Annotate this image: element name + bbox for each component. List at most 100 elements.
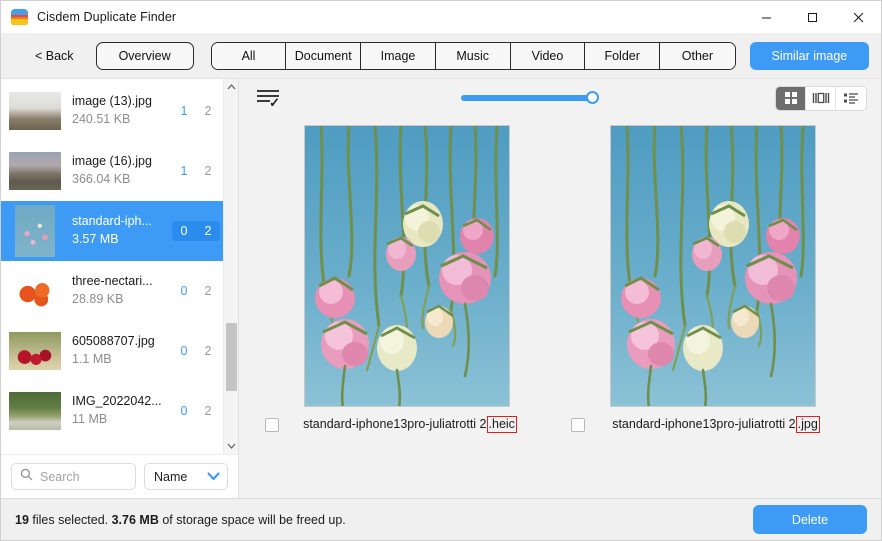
zoom-slider[interactable] xyxy=(461,91,599,104)
file-extension-highlight: .heic xyxy=(486,416,517,433)
sort-dropdown[interactable]: Name xyxy=(144,463,228,490)
tab-image[interactable]: Image xyxy=(361,42,436,69)
duplicate-card: standard-iphone13pro-juliatrotti 2 .heic xyxy=(259,125,555,433)
selected-count: 1 xyxy=(180,164,188,178)
file-size: 28.89 KB xyxy=(72,292,124,306)
file-size: 1.1 MB xyxy=(72,352,112,366)
hanging-roses-photo xyxy=(611,126,815,406)
file-counts: 1 2 xyxy=(172,164,220,178)
delete-button[interactable]: Delete xyxy=(753,505,867,534)
file-counts: 0 2 xyxy=(172,404,220,418)
file-extension-highlight: .jpg xyxy=(795,416,820,433)
total-count: 2 xyxy=(204,344,212,358)
zoom-slider-knob[interactable] xyxy=(586,91,599,104)
hanging-roses-photo xyxy=(305,126,509,406)
file-counts: 0 2 xyxy=(172,221,220,241)
file-basename: standard-iphone13pro-juliatrotti 2 xyxy=(303,417,487,431)
minimize-button[interactable] xyxy=(743,1,789,33)
list-item[interactable]: image (13).jpg 240.51 KB 1 2 xyxy=(1,81,238,141)
preview-image[interactable] xyxy=(610,125,816,407)
category-tabs: All Document Image Music Video Folder Ot… xyxy=(210,41,736,70)
check-glyph: ✓ xyxy=(269,95,280,110)
tab-all[interactable]: All xyxy=(211,42,287,69)
selected-count: 0 xyxy=(180,284,188,298)
selected-count: 0 xyxy=(180,344,188,358)
title-bar: Cisdem Duplicate Finder xyxy=(1,1,881,33)
file-meta: image (16).jpg 366.04 KB xyxy=(72,153,172,189)
chevron-up-icon[interactable] xyxy=(224,79,239,95)
list-item[interactable]: image (16).jpg 366.04 KB 1 2 xyxy=(1,141,238,201)
file-name: IMG_2022042... xyxy=(72,394,162,408)
file-basename: standard-iphone13pro-juliatrotti 2 xyxy=(612,417,796,431)
file-size: 366.04 KB xyxy=(72,172,131,186)
selected-files-label: files selected. xyxy=(32,512,109,527)
sidebar-scrollbar[interactable] xyxy=(223,79,238,454)
close-button[interactable] xyxy=(835,1,881,33)
cisdem-logo-icon xyxy=(11,8,28,26)
compare-view-button[interactable] xyxy=(806,86,836,110)
file-counts: 1 2 xyxy=(172,104,220,118)
view-mode-group xyxy=(775,85,867,111)
sort-value: Name xyxy=(154,469,188,484)
tab-document[interactable]: Document xyxy=(286,42,362,69)
total-count: 2 xyxy=(204,284,212,298)
file-thumbnail xyxy=(9,152,61,190)
list-item[interactable]: 605088707.jpg 1.1 MB 0 2 xyxy=(1,321,238,381)
search-placeholder: Search xyxy=(40,469,80,484)
similar-image-button[interactable]: Similar image xyxy=(749,41,869,70)
file-thumbnail xyxy=(9,92,61,130)
status-bar: 19 files selected. 3.76 MB of storage sp… xyxy=(1,498,881,540)
grid-view-button[interactable] xyxy=(776,86,806,110)
tab-other[interactable]: Other xyxy=(660,42,735,69)
zoom-slider-container xyxy=(279,91,775,104)
search-icon xyxy=(20,468,33,486)
file-size: 240.51 KB xyxy=(72,112,131,126)
back-button[interactable]: < Back xyxy=(25,45,84,67)
file-meta: IMG_2022042... 11 MB xyxy=(72,393,172,429)
duplicate-grid: standard-iphone13pro-juliatrotti 2.heic xyxy=(239,117,881,498)
file-size: 3.57 MB xyxy=(72,232,119,246)
selected-count: 0 xyxy=(180,224,188,238)
maximize-button[interactable] xyxy=(789,1,835,33)
file-meta: standard-iph... 3.57 MB xyxy=(72,213,172,249)
tab-video[interactable]: Video xyxy=(510,42,586,69)
item-checkbox[interactable] xyxy=(571,417,585,432)
preview-panel: ✓ standard-iphone13pro-juliatrotti 2 .he… xyxy=(239,79,881,498)
sidebar-footer: Search Name xyxy=(1,454,238,498)
list-item-selected[interactable]: standard-iph... 3.57 MB 0 2 xyxy=(1,201,238,261)
file-meta: image (13).jpg 240.51 KB xyxy=(72,93,172,129)
list-item[interactable]: three-nectari... 28.89 KB 0 2 xyxy=(1,261,238,321)
scrollbar-track[interactable] xyxy=(224,95,238,438)
overview-button[interactable]: Overview xyxy=(95,41,194,70)
list-item[interactable]: IMG_2022042... 11 MB 0 2 xyxy=(1,381,238,441)
file-thumbnail xyxy=(9,272,61,310)
caption-row: standard-iphone13pro-juliatrotti 2 .jpg xyxy=(565,416,861,433)
list-check-icon[interactable]: ✓ xyxy=(257,90,280,110)
file-meta: 605088707.jpg 1.1 MB xyxy=(72,333,172,369)
scrollbar-thumb[interactable] xyxy=(226,323,237,391)
total-count: 2 xyxy=(204,224,212,238)
file-thumbnail xyxy=(15,205,55,257)
tab-music[interactable]: Music xyxy=(435,42,511,69)
tab-folder[interactable]: Folder xyxy=(585,42,661,69)
file-name: image (16).jpg xyxy=(72,154,152,168)
item-checkbox[interactable] xyxy=(265,417,279,432)
file-thumbnail xyxy=(9,332,61,370)
file-size: 11 MB xyxy=(72,412,108,426)
search-input[interactable]: Search xyxy=(11,463,136,490)
chevron-down-icon xyxy=(207,468,220,486)
content-area: image (13).jpg 240.51 KB 1 2 image (16).… xyxy=(1,79,881,498)
window-controls xyxy=(743,1,881,33)
preview-image[interactable] xyxy=(304,125,510,407)
file-name: three-nectari... xyxy=(72,274,153,288)
freed-space-label: of storage space will be freed up. xyxy=(162,512,346,527)
window-title: Cisdem Duplicate Finder xyxy=(37,10,177,24)
list-view-button[interactable] xyxy=(836,86,866,110)
freed-space-size: 3.76 MB xyxy=(111,512,159,527)
file-meta: three-nectari... 28.89 KB xyxy=(72,273,172,309)
file-thumbnail xyxy=(9,392,61,430)
selected-count: 1 xyxy=(180,104,188,118)
selected-files-count: 19 xyxy=(15,512,29,527)
application-window: Cisdem Duplicate Finder < Back Overview … xyxy=(0,0,882,541)
chevron-down-icon[interactable] xyxy=(224,438,239,454)
